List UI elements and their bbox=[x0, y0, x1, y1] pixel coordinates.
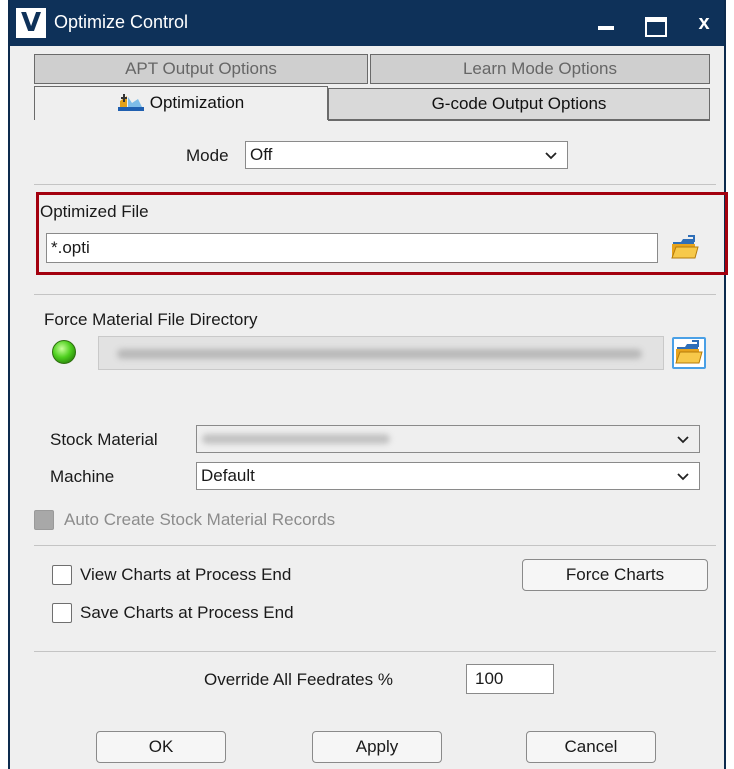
window-title: Optimize Control bbox=[54, 12, 189, 32]
override-feedrates-input[interactable]: 100 bbox=[466, 664, 554, 694]
optimized-file-browse-button[interactable] bbox=[670, 234, 700, 262]
mode-select[interactable]: Off bbox=[245, 141, 568, 169]
optimization-icon bbox=[117, 94, 144, 111]
auto-create-records-label: Auto Create Stock Material Records bbox=[64, 510, 336, 529]
section-divider bbox=[34, 294, 716, 295]
chevron-down-icon bbox=[677, 473, 689, 481]
mode-select-value: Off bbox=[250, 145, 273, 164]
maximize-button[interactable] bbox=[636, 8, 672, 38]
tab-apt-output-options[interactable]: APT Output Options bbox=[34, 54, 368, 84]
save-charts-label: Save Charts at Process End bbox=[80, 603, 294, 622]
blurred-path-text bbox=[117, 349, 642, 359]
view-charts-checkbox[interactable] bbox=[52, 565, 72, 585]
stock-material-select[interactable] bbox=[196, 425, 700, 453]
machine-label: Machine bbox=[50, 467, 115, 486]
chevron-down-icon bbox=[545, 152, 557, 160]
tab-learn-mode-options[interactable]: Learn Mode Options bbox=[370, 54, 710, 84]
close-button[interactable]: x bbox=[686, 8, 722, 38]
section-divider bbox=[34, 651, 716, 652]
title-bar[interactable]: V Optimize Control x bbox=[10, 0, 724, 46]
open-folder-icon bbox=[675, 340, 703, 364]
machine-select[interactable]: Default bbox=[196, 462, 700, 490]
open-folder-icon bbox=[671, 235, 699, 259]
auto-create-records-checkbox[interactable] bbox=[34, 510, 54, 530]
force-material-path-field[interactable] bbox=[98, 336, 664, 370]
cancel-button[interactable]: Cancel bbox=[526, 731, 656, 763]
section-divider bbox=[34, 545, 716, 546]
tab-optimization[interactable]: Optimization bbox=[34, 86, 328, 120]
force-material-label: Force Material File Directory bbox=[44, 310, 258, 329]
green-status-led-icon bbox=[52, 340, 76, 364]
optimized-file-input[interactable]: *.opti bbox=[46, 233, 658, 263]
tab-g-code-output-options[interactable]: G-code Output Options bbox=[328, 88, 710, 120]
apply-button[interactable]: Apply bbox=[312, 731, 442, 763]
override-feedrates-label: Override All Feedrates % bbox=[204, 670, 393, 689]
optimized-file-label: Optimized File bbox=[40, 202, 149, 221]
section-divider bbox=[34, 184, 716, 185]
save-charts-checkbox[interactable] bbox=[52, 603, 72, 623]
tab-optimization-label: Optimization bbox=[149, 93, 245, 112]
chevron-down-icon bbox=[677, 436, 689, 444]
ok-button[interactable]: OK bbox=[96, 731, 226, 763]
stock-material-label: Stock Material bbox=[50, 430, 158, 449]
minimize-button[interactable] bbox=[588, 8, 624, 38]
force-charts-button[interactable]: Force Charts bbox=[522, 559, 708, 591]
force-material-browse-button[interactable] bbox=[672, 337, 706, 369]
optimize-control-window: V Optimize Control x APT Output Options … bbox=[8, 0, 728, 769]
mode-label: Mode bbox=[186, 146, 229, 165]
tab-panel-border bbox=[328, 120, 710, 121]
machine-select-value: Default bbox=[201, 466, 255, 485]
app-logo-icon: V bbox=[16, 8, 46, 38]
view-charts-label: View Charts at Process End bbox=[80, 565, 292, 584]
